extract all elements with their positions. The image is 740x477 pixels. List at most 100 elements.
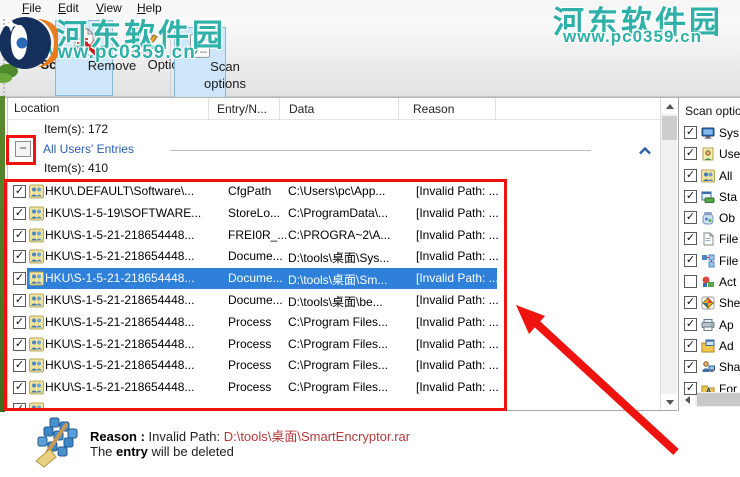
option-checkbox[interactable]: ✓ [684,189,697,203]
chevron-up-icon[interactable] [639,144,651,158]
column-entry[interactable]: Entry/N... [208,98,276,120]
scan-options-panel: Scan options ✓ Sys ✓ Use ✓ All ✓ Sta ✓ Ob ✓ File ✓ Fi… [678,98,740,411]
table-row[interactable]: ✓ HKU\S-1-5-21-218654448... Docume... D:\to… [8,246,660,268]
option-checkbox[interactable]: ✓ [684,381,697,395]
option-checkbox[interactable]: ✓ [684,317,697,331]
group-title[interactable]: All Users' Entries [43,142,134,156]
registry-entry-icon [29,206,44,221]
menu-edit[interactable]: Edit [52,1,85,15]
row-data: C:\ProgramData\... [288,205,389,220]
table-row[interactable]: ✓ HKU\S-1-5-19\SOFTWARE... StoreLo... C:\Pr… [8,203,660,225]
row-data: C:\Users\pc\App... [288,184,386,198]
option-checkbox[interactable]: ✓ [684,211,697,225]
scroll-down-button[interactable] [661,394,677,410]
menu-help[interactable]: Help [131,1,168,15]
row-checkbox[interactable]: ✓ [13,185,26,198]
scan-options-items: ✓ Sys ✓ Use ✓ All ✓ Sta ✓ Ob ✓ File ✓ File Act ✓ She ✓ Ap ✓… [679,123,740,400]
option-label: Sha [719,360,740,375]
row-reason: [Invalid Path: ... [416,271,499,286]
row-checkbox[interactable]: ✓ [13,228,26,242]
row-location: HKU\S-1-5-21-218654448... [45,358,195,373]
row-checkbox[interactable]: ✓ [13,381,26,395]
table-row[interactable]: ✓ HKU\S-1-5-21-218654448... Process C:\Prog… [8,334,660,356]
triangle-left-icon [685,395,690,404]
edit-options-icon [128,26,158,58]
option-checkbox[interactable]: ✓ [684,296,697,310]
option-checkbox[interactable] [684,275,697,289]
scrollbar-thumb[interactable] [662,116,677,140]
row-reason: [Invalid Path: ... [416,314,499,329]
scan-option-item[interactable]: ✓ All [679,166,740,187]
option-label: Ob [719,211,736,226]
scan-option-item[interactable]: ✓ File [679,251,740,272]
file-types-icon [701,254,715,268]
option-checkbox[interactable]: ✓ [684,232,697,246]
scan-option-item[interactable]: ✓ Ap [679,315,740,336]
option-checkbox[interactable]: ✓ [684,147,697,161]
option-checkbox[interactable]: ✓ [684,360,697,374]
option-label: File [719,253,739,268]
column-data[interactable]: Data [279,98,397,120]
table-row[interactable]: ✓ HKU\S-1-5-21-218654448... Process C:\Prog… [8,355,660,377]
group-collapse-button[interactable]: − [15,141,31,157]
remove-button[interactable]: Remove [55,20,136,96]
table-row[interactable]: ✓ HKU\S-1-5-21-218654448... FREI0R_... C:\P… [8,225,660,247]
column-reason[interactable]: Reason [398,98,494,120]
row-checkbox[interactable]: ✓ [13,359,26,373]
scan-option-item[interactable]: ✓ File [679,229,740,250]
scrollbar-thumb[interactable] [697,393,740,406]
row-reason: [Invalid Path: ... [416,227,499,242]
option-checkbox[interactable]: ✓ [684,126,697,139]
row-checkbox[interactable]: ✓ [13,293,26,307]
row-entry-name: Process [228,314,272,329]
table-row[interactable]: ✓ HKU\S-1-5-21-218654448... Docume... D:\to… [8,290,660,312]
scan-option-item[interactable]: ✓ Sys [679,123,740,144]
scan-option-item[interactable]: ✓ Sha [679,357,740,378]
vertical-scrollbar[interactable] [660,98,677,410]
row-data: C:\Program Files... [288,358,389,373]
row-checkbox[interactable]: ✓ [13,315,26,329]
row-checkbox[interactable]: ✓ [13,272,26,286]
option-checkbox[interactable]: ✓ [684,168,697,182]
row-data: C:\Program Files... [288,336,389,351]
row-reason: [Invalid Path: ... [416,184,499,198]
option-checkbox[interactable]: ✓ [684,253,697,267]
scan-option-item[interactable]: Act [679,272,740,293]
table-row[interactable]: ✓ HKU\S-1-5-21-218654448... Process C:\Prog… [8,377,660,399]
start-menu-icon [701,190,715,204]
registry-entry-icon [29,315,44,330]
scan-option-item[interactable]: ✓ She [679,293,740,314]
scan-button[interactable]: Scan [8,20,72,96]
option-label: She [719,296,740,311]
triangle-up-icon [665,103,674,109]
row-entry-name: StoreLo... [228,205,281,220]
column-location[interactable]: Location [14,101,202,115]
row-location: HKU\S-1-5-19\SOFTWARE... [45,205,202,220]
remove-document-icon [69,27,99,59]
scan-option-item[interactable]: ✓ Ad [679,336,740,357]
option-label: All [719,168,733,183]
table-row[interactable]: ✓ HKU\.DEFAULT\Software\... CfgPath C:\User… [8,181,660,203]
table-row[interactable]: ✓ HKU\S-1-5-21-218654448... Docume... D:\to… [8,268,660,290]
scan-option-item[interactable]: ✓ Sta [679,187,740,208]
scan-option-item[interactable]: ✓ Use [679,144,740,165]
row-checkbox[interactable]: ✓ [13,402,26,410]
row-checkbox[interactable]: ✓ [13,206,26,220]
option-checkbox[interactable]: ✓ [684,338,697,352]
action-text: The [90,444,113,459]
row-checkbox[interactable]: ✓ [13,337,26,351]
table-row[interactable]: ✓ [8,399,660,410]
menu-file[interactable]: File [16,1,47,15]
scroll-up-button[interactable] [661,98,677,114]
reason-path: D:\tools\桌面\SmartEncryptor.rar [223,429,411,444]
options-button[interactable]: Options [116,20,192,96]
triangle-down-icon [665,399,674,405]
row-data: D:\tools\桌面\Sm... [288,273,388,288]
menu-view[interactable]: View [90,1,128,15]
table-row[interactable]: ✓ HKU\S-1-5-21-218654448... Process C:\Prog… [8,312,660,334]
scan-option-item[interactable]: ✓ Ob [679,208,740,229]
row-checkbox[interactable]: ✓ [13,250,26,264]
registry-entry-icon [29,271,44,286]
row-location: HKU\S-1-5-21-218654448... [45,227,195,242]
row-data: D:\tools\桌面\Sys... [288,251,390,266]
